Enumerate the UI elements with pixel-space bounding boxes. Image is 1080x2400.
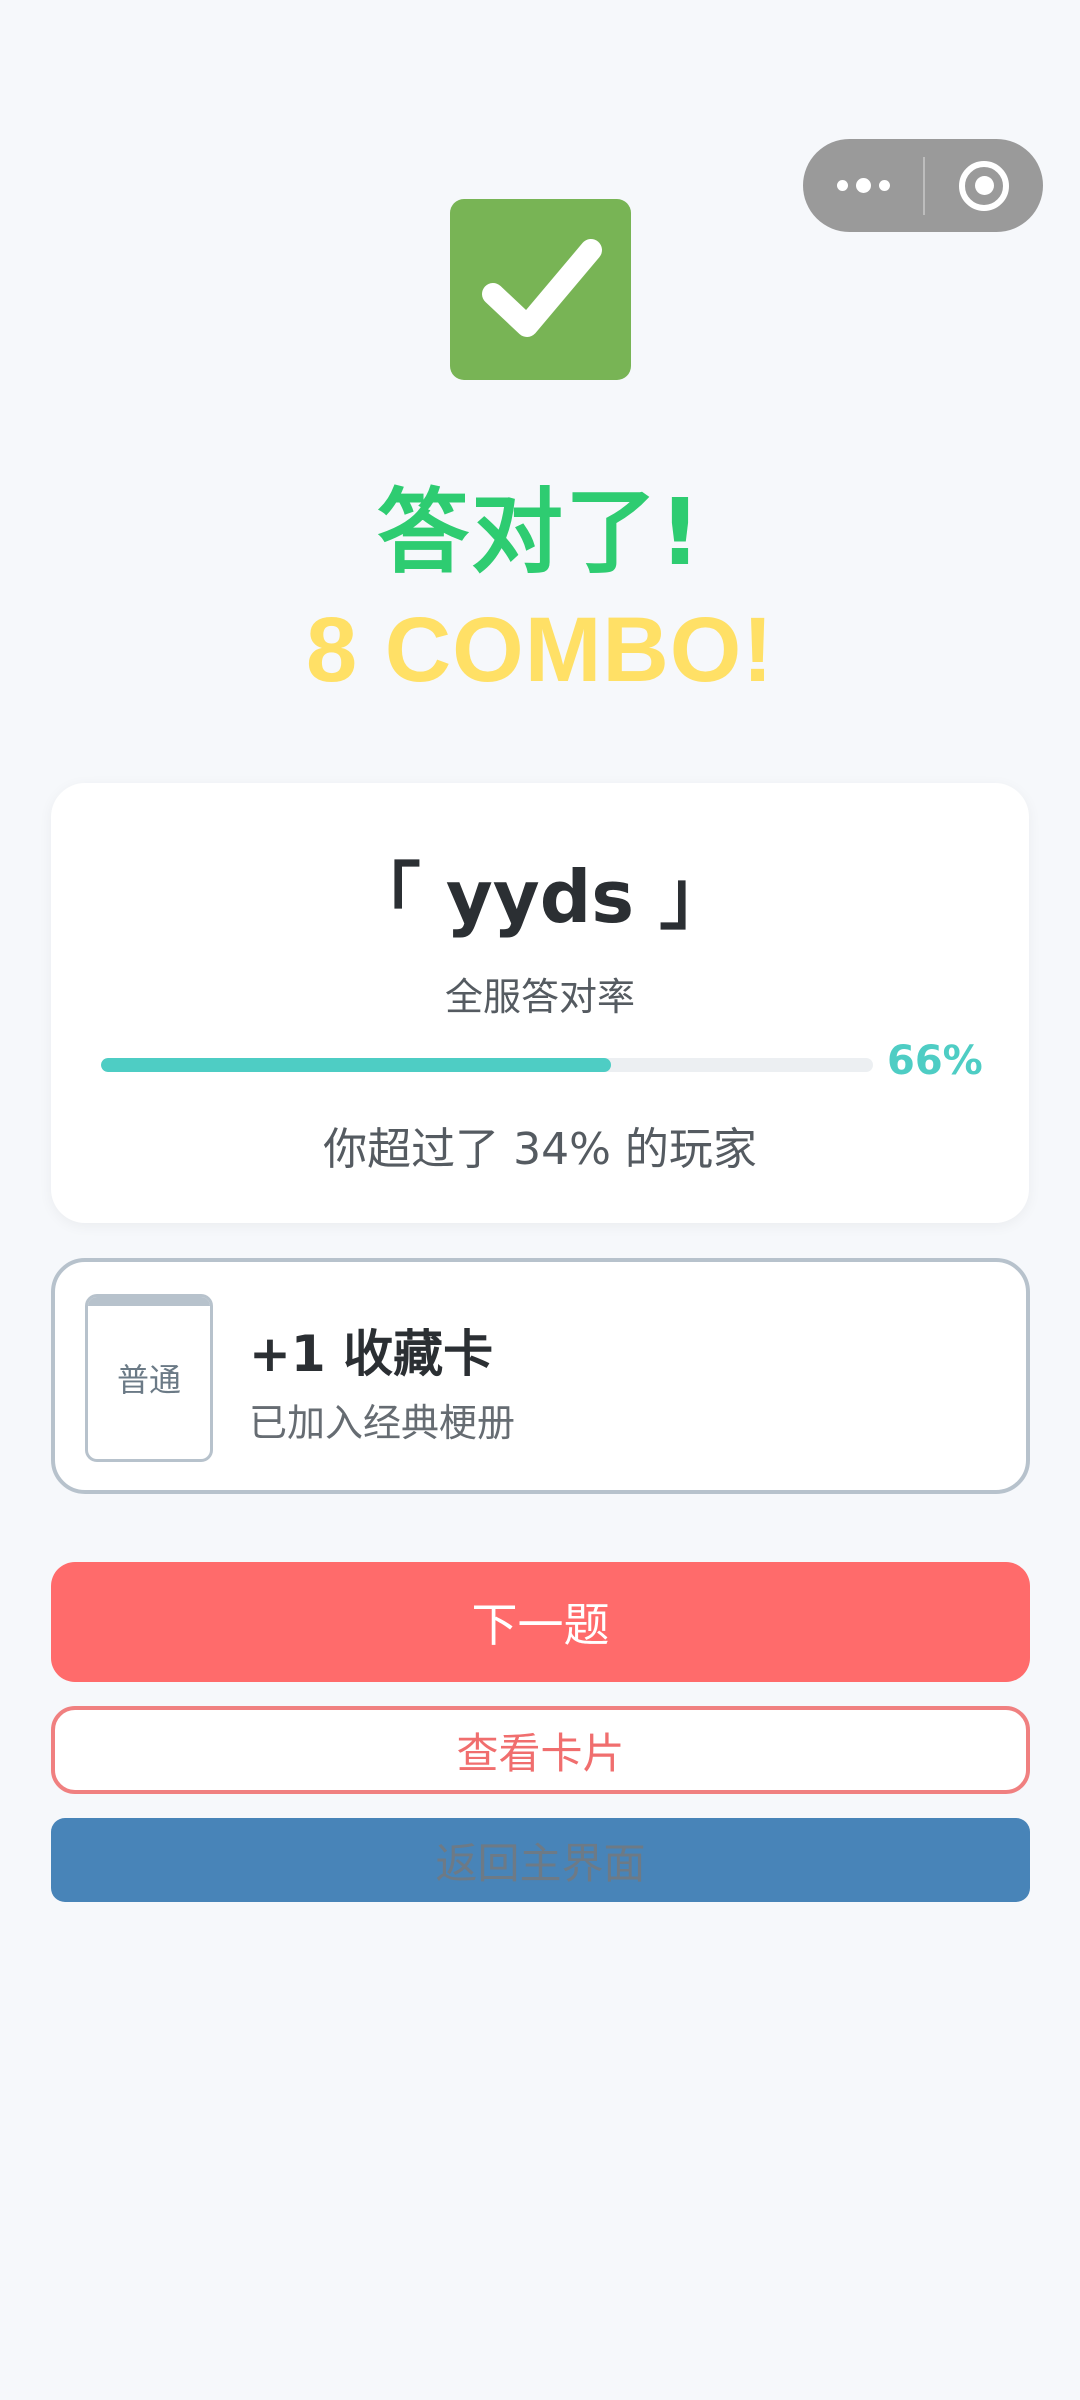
combo-counter: 8 COMBO! <box>306 599 774 701</box>
check-mark-icon <box>450 199 631 380</box>
more-menu-button[interactable] <box>803 139 923 232</box>
stat-card: 「 yyds 」 全服答对率 66% 你超过了 34% 的玩家 <box>51 783 1029 1223</box>
result-title: 答对了! <box>377 479 703 586</box>
target-close-icon <box>959 160 1009 211</box>
more-dots-icon <box>836 178 890 193</box>
next-question-button[interactable]: 下一题 <box>51 1562 1030 1682</box>
close-mini-program-button[interactable] <box>925 139 1043 232</box>
mini-program-capsule <box>803 139 1043 232</box>
rarity-card-icon: 普通 <box>85 1294 213 1462</box>
view-cards-button[interactable]: 查看卡片 <box>51 1706 1030 1794</box>
correct-rate-bar <box>101 1058 873 1072</box>
correct-rate-percent: 66% <box>887 1038 983 1084</box>
beat-players-text: 你超过了 34% 的玩家 <box>323 1124 757 1175</box>
collect-card-reward: 普通 +1 收藏卡 已加入经典梗册 <box>51 1258 1030 1494</box>
back-home-button[interactable]: 返回主界面 <box>51 1818 1030 1902</box>
correct-rate-bar-fill <box>101 1058 611 1072</box>
rarity-label: 普通 <box>116 1361 181 1399</box>
collect-subtitle: 已加入经典梗册 <box>249 1401 516 1445</box>
correct-rate-label: 全服答对率 <box>444 975 635 1019</box>
collect-title: +1 收藏卡 <box>249 1325 494 1383</box>
meme-phrase: 「 yyds 」 <box>348 855 732 939</box>
